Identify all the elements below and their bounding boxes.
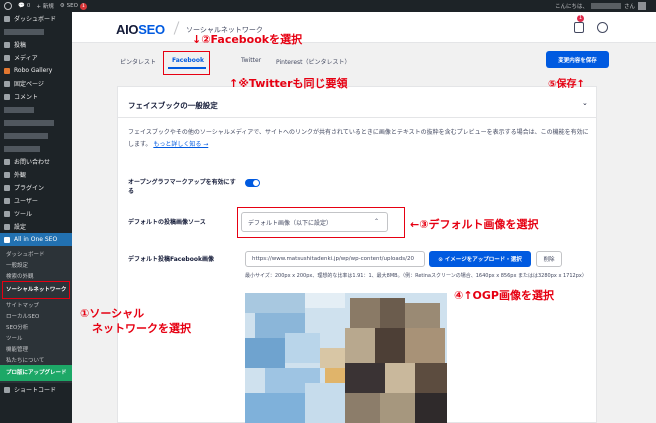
seo-notification-badge: 1 <box>79 2 87 10</box>
shortcode-icon <box>4 386 10 393</box>
menu-plugins[interactable]: プラグイン <box>0 181 72 194</box>
save-changes-button[interactable]: 変更内容を保存 <box>546 51 609 68</box>
facebook-tab-highlight <box>163 51 210 75</box>
menu-comments[interactable]: コメント <box>0 90 72 103</box>
annotation-save: ⑤保存↑ <box>548 79 585 90</box>
annotation-select-ogp-image: ④↑OGP画像を選択 <box>454 289 554 302</box>
image-size-note: 最小サイズ：200px x 200px、理想的な比率は1.91：1、最大8MB。… <box>245 273 587 279</box>
submenu-sitemap[interactable]: サイトマップ <box>0 299 72 310</box>
menu-users[interactable]: ユーザー <box>0 194 72 207</box>
menu-contact[interactable]: お問い合わせ <box>0 155 72 168</box>
media-icon <box>4 54 10 61</box>
image-source-label: デフォルトの投稿画像ソース <box>128 219 206 226</box>
menu-robo-gallery[interactable]: Robo Gallery <box>0 64 72 77</box>
submenu-upgrade[interactable]: プロ版にアップグレード <box>0 365 72 381</box>
facebook-settings-card: フェイスブックの一般設定 ⌄ フェイスブックやその他のソーシャルメディアで、サイ… <box>117 86 597 423</box>
delete-image-button[interactable]: 削除 <box>536 251 562 267</box>
card-description: フェイスブックやその他のソーシャルメディアで、サイトへのリンクが共有されていると… <box>128 129 589 148</box>
submenu-about[interactable]: 私たちについて <box>0 354 72 365</box>
settings-icon <box>4 223 10 230</box>
page-icon <box>4 80 10 87</box>
comment-icon: 💬 <box>18 3 25 9</box>
chevron-down-icon[interactable]: ⌄ <box>582 99 588 107</box>
menu-settings[interactable]: 設定 <box>0 220 72 233</box>
blurred-item <box>4 28 44 35</box>
notification-badge: 1 <box>577 15 584 22</box>
menu-dashboard[interactable]: ダッシュボード <box>0 12 72 25</box>
upload-image-button[interactable]: ⊙ イメージをアップロード・選択 <box>429 251 531 267</box>
blurred-item <box>4 132 48 139</box>
wordpress-logo-icon[interactable] <box>4 2 12 10</box>
brush-icon <box>4 171 10 178</box>
submenu-seo-analysis[interactable]: SEO分析 <box>0 321 72 332</box>
annotation-select-facebook: ↓②Facebookを選択 <box>192 33 303 46</box>
robo-gallery-icon <box>4 67 10 74</box>
learn-more-link[interactable]: もっと詳しく知る → <box>153 141 208 148</box>
admin-bar-seo[interactable]: ⚙ SEO 1 <box>59 2 87 10</box>
tab-pinterest[interactable]: ピンタレスト <box>120 57 156 66</box>
annotation-select-social-network: ①ソーシャル ネットワークを選択 <box>80 307 191 335</box>
help-icon[interactable] <box>597 22 608 33</box>
submenu-search-appearance[interactable]: 検索の外観 <box>0 270 72 281</box>
aioseo-header: AIOSEO ソーシャルネットワーク 1 <box>72 12 656 43</box>
menu-aioseo[interactable]: All in One SEO <box>0 233 72 246</box>
annotation-twitter-same: ↑※Twitterも同じ要領 <box>229 77 348 90</box>
og-image-preview <box>245 293 447 423</box>
card-title: フェイスブックの一般設定 <box>128 101 218 110</box>
admin-bar-new[interactable]: + 新規 <box>36 2 53 10</box>
menu-appearance[interactable]: 外観 <box>0 168 72 181</box>
wrench-icon <box>4 210 10 217</box>
header-separator <box>173 21 180 35</box>
aioseo-submenu: ダッシュボード 一般設定 検索の外観 ソーシャルネットワーク サイトマップ ロー… <box>0 246 72 383</box>
image-source-highlight <box>237 207 405 238</box>
menu-blurred-4[interactable] <box>0 129 72 142</box>
menu-blurred-1[interactable] <box>0 25 72 38</box>
avatar <box>638 2 646 10</box>
plugin-icon <box>4 184 10 191</box>
admin-bar-account[interactable]: こんにちは、 さん <box>555 2 646 10</box>
tab-pinterest-jp[interactable]: Pinterest（ピンタレスト） <box>276 57 351 66</box>
aioseo-logo: AIOSEO <box>116 22 165 37</box>
submenu-social-networks[interactable]: ソーシャルネットワーク <box>2 281 70 299</box>
pin-icon <box>4 41 10 48</box>
blurred-item <box>4 106 34 113</box>
submenu-general[interactable]: 一般設定 <box>0 259 72 270</box>
notification-icon[interactable] <box>574 22 584 33</box>
submenu-dashboard[interactable]: ダッシュボード <box>0 248 72 259</box>
tab-twitter[interactable]: Twitter <box>241 57 261 64</box>
image-url-input[interactable]: https://www.matsushitadenki.jp/wp/wp-con… <box>245 251 425 267</box>
user-name-blurred <box>590 3 621 9</box>
admin-bar: 💬 0 + 新規 ⚙ SEO 1 こんにちは、 さん <box>0 0 656 12</box>
submenu-feature-manager[interactable]: 機能管理 <box>0 343 72 354</box>
aioseo-icon: ⚙ <box>59 3 65 9</box>
annotation-select-default-image: ←③デフォルト画像を選択 <box>410 218 539 231</box>
menu-tools[interactable]: ツール <box>0 207 72 220</box>
og-markup-label: オープングラフマークアップを有効にする <box>128 179 236 195</box>
menu-shortcode[interactable]: ショートコード <box>0 383 72 396</box>
menu-blurred-2[interactable] <box>0 103 72 116</box>
menu-pages[interactable]: 固定ページ <box>0 77 72 90</box>
menu-blurred-3[interactable] <box>0 116 72 129</box>
og-markup-toggle[interactable] <box>245 179 260 187</box>
menu-posts[interactable]: 投稿 <box>0 38 72 51</box>
aioseo-icon <box>4 236 10 243</box>
facebook-image-label: デフォルト投稿Facebook画像 <box>128 256 214 263</box>
blurred-item <box>4 119 54 126</box>
comment-icon <box>4 93 10 100</box>
users-icon <box>4 197 10 204</box>
divider <box>118 117 596 118</box>
submenu-local-seo[interactable]: ローカルSEO <box>0 310 72 321</box>
admin-sidebar: ダッシュボード 投稿 メディア Robo Gallery 固定ページ コメント … <box>0 12 72 423</box>
admin-bar-comments[interactable]: 💬 0 <box>18 3 30 9</box>
menu-media[interactable]: メディア <box>0 51 72 64</box>
submenu-tools[interactable]: ツール <box>0 332 72 343</box>
blurred-item <box>4 145 40 152</box>
menu-blurred-5[interactable] <box>0 142 72 155</box>
mail-icon <box>4 158 10 165</box>
dashboard-icon <box>4 15 10 22</box>
